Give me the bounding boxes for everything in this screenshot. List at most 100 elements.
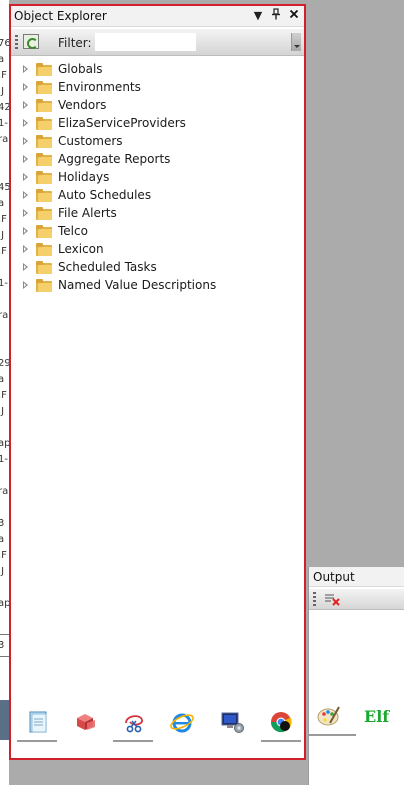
editor-text-fragment: .F [0, 390, 7, 401]
folder-icon [36, 206, 52, 220]
tree-item-eliza-service-providers[interactable]: ElizaServiceProviders [21, 114, 304, 132]
clear-output-icon[interactable] [323, 592, 341, 606]
editor-text-fragment: .F [0, 214, 7, 225]
internet-explorer-icon[interactable] [169, 709, 195, 735]
tree-item-customers[interactable]: Customers [21, 132, 304, 150]
paint-palette-icon[interactable] [316, 703, 342, 729]
editor-text-fragment: 76 [0, 38, 9, 49]
editor-text-fragment: ra [0, 134, 9, 145]
tree-item-environments[interactable]: Environments [21, 78, 304, 96]
folder-icon [36, 134, 52, 148]
close-icon[interactable] [288, 8, 300, 24]
output-taskbar-icons: Elf [308, 697, 404, 737]
tree-item-file-alerts[interactable]: File Alerts [21, 204, 304, 222]
tree-item-vendors[interactable]: Vendors [21, 96, 304, 114]
package-icon[interactable] [73, 709, 99, 735]
tree-item-label: Vendors [58, 98, 107, 112]
editor-text-fragment: ra [0, 486, 9, 497]
editor-text-fragment: .F [0, 70, 7, 81]
object-explorer-panel: Object Explorer ▼ Filter: Globals Enviro… [9, 4, 306, 760]
expand-arrow-icon[interactable] [23, 155, 28, 163]
tree-item-auto-schedules[interactable]: Auto Schedules [21, 186, 304, 204]
expand-arrow-icon[interactable] [23, 227, 28, 235]
expand-arrow-icon[interactable] [23, 65, 28, 73]
expand-arrow-icon[interactable] [23, 191, 28, 199]
network-computer-icon[interactable] [219, 709, 245, 735]
tree-item-label: File Alerts [58, 206, 117, 220]
expand-arrow-icon[interactable] [23, 137, 28, 145]
tree-item-named-value-descriptions[interactable]: Named Value Descriptions [21, 276, 304, 294]
background-editor-strip: 76 a .F .J 42 1- ra 45 a .F .J .F 1- ra … [0, 0, 9, 785]
divider [0, 634, 9, 635]
tree-item-label: Environments [58, 80, 141, 94]
editor-text-fragment: ap [0, 438, 9, 449]
tree-item-label: Telco [58, 224, 88, 238]
output-panel: Output [308, 567, 404, 785]
tree-item-label: ElizaServiceProviders [58, 116, 186, 130]
editor-text-fragment: 1- [0, 118, 8, 129]
taskbar-icons [11, 703, 304, 743]
output-toolbar [309, 589, 404, 610]
expand-arrow-icon[interactable] [23, 173, 28, 181]
filter-input[interactable] [95, 33, 196, 51]
expand-arrow-icon[interactable] [23, 263, 28, 271]
editor-text-fragment: ap [0, 598, 9, 609]
editor-text-fragment: a [0, 54, 5, 65]
expand-arrow-icon[interactable] [23, 245, 28, 253]
expand-arrow-icon[interactable] [23, 119, 28, 127]
chrome-icon[interactable] [268, 709, 294, 735]
tree-item-lexicon[interactable]: Lexicon [21, 240, 304, 258]
expand-arrow-icon[interactable] [23, 83, 28, 91]
taskbar-underline [17, 740, 57, 742]
divider [0, 656, 9, 657]
tree-item-label: Globals [58, 62, 103, 76]
output-title: Output [313, 570, 355, 584]
output-titlebar: Output [309, 567, 404, 587]
tree-item-label: Aggregate Reports [58, 152, 171, 166]
tree-item-aggregate-reports[interactable]: Aggregate Reports [21, 150, 304, 168]
screen: 76 a .F .J 42 1- ra 45 a .F .J .F 1- ra … [0, 0, 404, 785]
dropdown-arrow-icon[interactable]: ▼ [252, 8, 264, 24]
tree-item-label: Named Value Descriptions [58, 278, 217, 292]
editor-text-fragment: a [0, 374, 5, 385]
scissors-tool-icon[interactable] [121, 709, 147, 735]
taskbar-underline [308, 734, 356, 736]
refresh-icon[interactable] [23, 34, 39, 49]
editor-text-fragment: .J [0, 406, 5, 417]
filter-label: Filter: [58, 36, 92, 50]
tree-item-telco[interactable]: Telco [21, 222, 304, 240]
folder-icon [36, 62, 52, 76]
folder-icon [36, 98, 52, 112]
tree-item-scheduled-tasks[interactable]: Scheduled Tasks [21, 258, 304, 276]
tree-item-label: Customers [58, 134, 123, 148]
expand-arrow-icon[interactable] [23, 209, 28, 217]
toolbar-grip-icon[interactable] [15, 35, 18, 49]
pin-icon[interactable] [270, 8, 282, 24]
notepad-icon[interactable] [25, 709, 51, 735]
folder-icon [36, 242, 52, 256]
folder-icon [36, 188, 52, 202]
toolbar-overflow-icon[interactable] [291, 33, 301, 51]
editor-text-fragment: .J [0, 230, 5, 241]
expand-arrow-icon[interactable] [23, 101, 28, 109]
editor-text-fragment: 1- [0, 278, 8, 289]
tree-item-globals[interactable]: Globals [21, 60, 304, 78]
toolbar-grip-icon[interactable] [313, 592, 316, 606]
folder-icon [36, 260, 52, 274]
tree-item-label: Scheduled Tasks [58, 260, 157, 274]
folder-icon [36, 80, 52, 94]
taskbar-underline [113, 740, 153, 742]
expand-arrow-icon[interactable] [23, 281, 28, 289]
editor-text-fragment: 3 [0, 518, 5, 529]
editor-text-fragment: 45 [0, 182, 9, 193]
tree-item-label: Holidays [58, 170, 110, 184]
elf-icon[interactable]: Elf [364, 707, 389, 726]
object-tree: Globals Environments Vendors ElizaServic… [21, 60, 304, 294]
folder-icon [36, 278, 52, 292]
taskbar-fragment [0, 700, 9, 740]
editor-text-fragment: .J [0, 566, 5, 577]
folder-icon [36, 170, 52, 184]
folder-icon [36, 224, 52, 238]
tree-item-holidays[interactable]: Holidays [21, 168, 304, 186]
editor-text-fragment: .F [0, 246, 7, 257]
